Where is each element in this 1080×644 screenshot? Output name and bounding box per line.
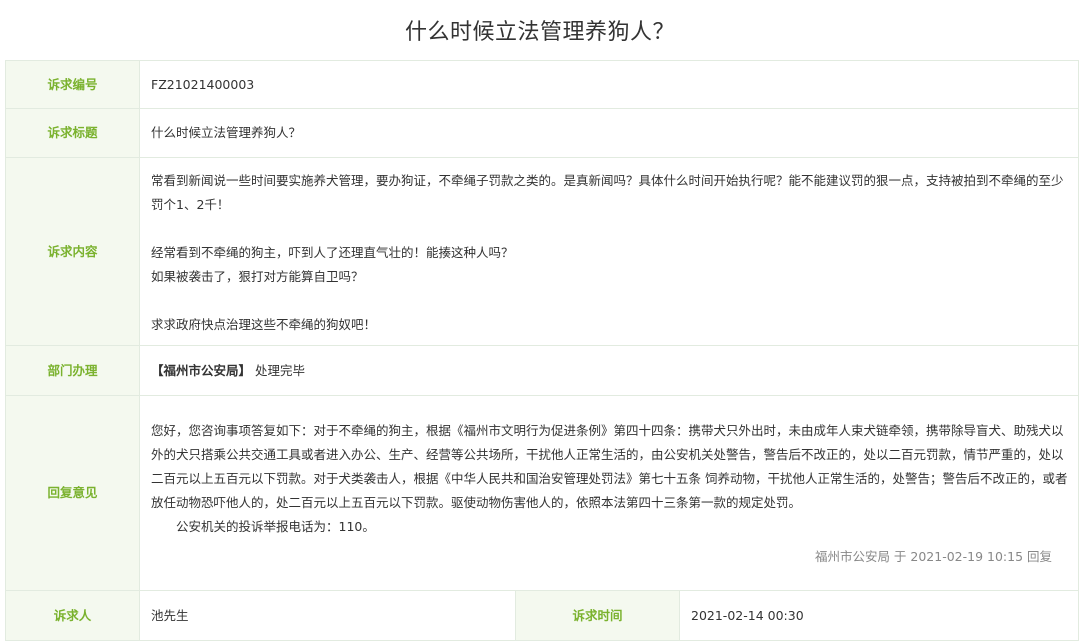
- petition-time-value: 2021-02-14 00:30: [679, 590, 1079, 641]
- reply-signature: 福州市公安局 于 2021-02-19 10:15 回复: [814, 549, 1052, 564]
- page-title: 什么时候立法管理养狗人？: [404, 20, 675, 45]
- department-value: 【福州市公安局】 处理完毕: [139, 345, 1079, 396]
- content-paragraph-1: 常看到新闻说一些时间要实施养犬管理，要办狗证，不牵绳子罚款之类的。是真新闻吗？具…: [151, 172, 1064, 212]
- department-status: 处理完毕: [255, 362, 306, 378]
- petition-time-label: 诉求时间: [515, 590, 680, 641]
- petition-detail-table: 诉求编号 FZ21021400003 诉求标题 什么时候立法管理养狗人？ 诉求内…: [5, 60, 1079, 641]
- petition-content-label: 诉求内容: [5, 157, 140, 346]
- reply-hotline: 公安机关的投诉举报电话为：110。: [176, 519, 375, 534]
- petition-subject-label: 诉求标题: [5, 108, 140, 158]
- department-label: 部门办理: [5, 345, 140, 396]
- petition-code-label: 诉求编号: [5, 60, 140, 109]
- reply-value: 您好，您咨询事项答复如下：对于不牵绳的狗主，根据《福州市文明行为促进条例》第四十…: [139, 395, 1079, 591]
- petition-content-value: 常看到新闻说一些时间要实施养犬管理，要办狗证，不牵绳子罚款之类的。是真新闻吗？具…: [139, 157, 1079, 346]
- petition-code-row: 诉求编号 FZ21021400003: [5, 60, 1079, 109]
- content-paragraph-3: 求求政府快点治理这些不牵绳的狗奴吧！: [151, 316, 377, 332]
- reply-body: 您好，您咨询事项答复如下：对于不牵绳的狗主，根据《福州市文明行为促进条例》第四十…: [151, 423, 1068, 510]
- petition-content-row: 诉求内容 常看到新闻说一些时间要实施养犬管理，要办狗证，不牵绳子罚款之类的。是真…: [5, 157, 1079, 346]
- department-row: 部门办理 【福州市公安局】 处理完毕: [5, 345, 1079, 396]
- content-paragraph-2: 经常看到不牵绳的狗主，吓到人了还理直气壮的！能揍这种人吗？ 如果被袭击了，狠打对…: [151, 244, 514, 284]
- petition-code-value: FZ21021400003: [139, 60, 1079, 109]
- petitioner-row: 诉求人 池先生 诉求时间 2021-02-14 00:30: [5, 590, 1079, 641]
- reply-row: 回复意见 您好，您咨询事项答复如下：对于不牵绳的狗主，根据《福州市文明行为促进条…: [5, 395, 1079, 591]
- petitioner-label: 诉求人: [5, 590, 140, 641]
- petition-subject-value: 什么时候立法管理养狗人？: [139, 108, 1079, 158]
- petitioner-value: 池先生: [139, 590, 516, 641]
- petition-subject-row: 诉求标题 什么时候立法管理养狗人？: [5, 108, 1079, 158]
- department-name: 【福州市公安局】: [151, 362, 252, 378]
- reply-label: 回复意见: [5, 395, 140, 591]
